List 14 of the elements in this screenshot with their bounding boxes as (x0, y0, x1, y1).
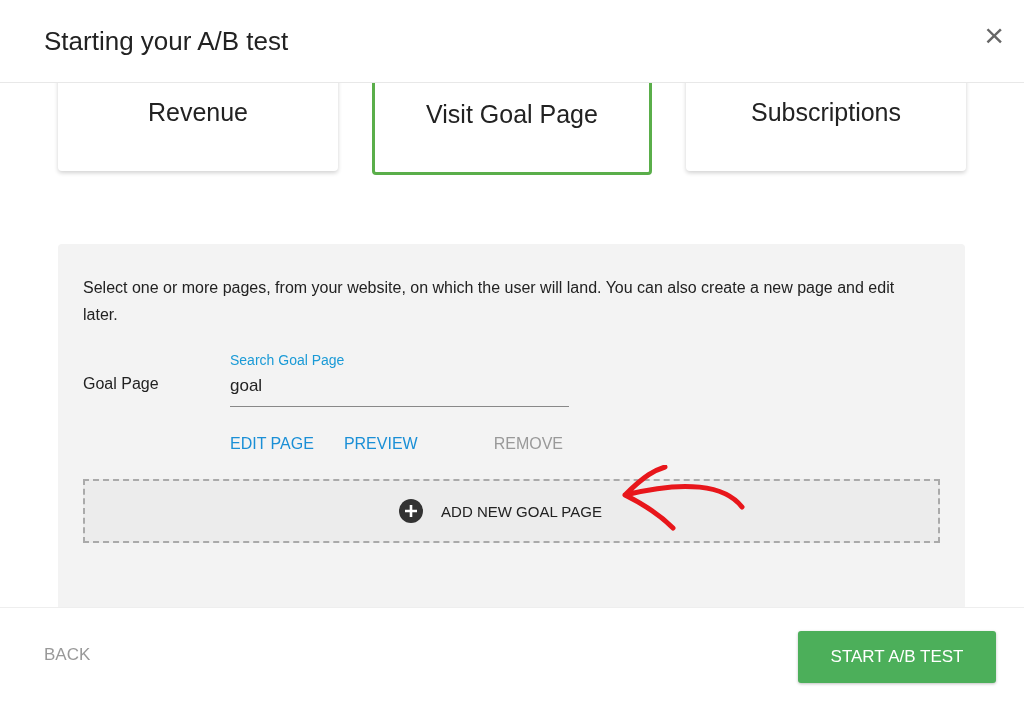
field-floating-label: Search Goal Page (230, 352, 346, 368)
description-text: Select one or more pages, from your website, on which the user will land. You can also create a new page and edit later. (83, 278, 896, 325)
search-field[interactable]: goal (230, 376, 569, 407)
goal-type-card[interactable]: Revenue (58, 83, 338, 171)
add-goal-page-button[interactable]: ADD NEW GOAL PAGE (83, 479, 940, 543)
action-link[interactable]: PREVIEW (343, 435, 418, 453)
goal-type-card[interactable]: Subscriptions (686, 83, 966, 171)
action-link[interactable]: EDIT PAGE (230, 435, 314, 453)
dialog-title: Starting your A/B test (44, 25, 289, 57)
close-button[interactable]: × (978, 18, 1010, 52)
field-label: Goal Page (83, 375, 160, 394)
goal-type-card[interactable]: Visit Goal Page (372, 83, 652, 175)
plus-icon (399, 499, 424, 523)
back-button[interactable]: BACK (44, 644, 91, 665)
